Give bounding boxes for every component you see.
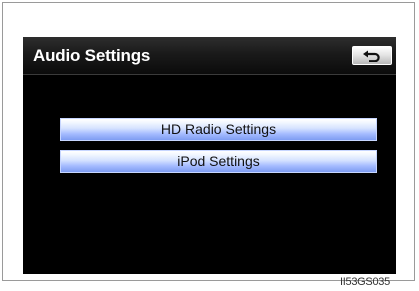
back-button[interactable] [352,46,392,65]
ipod-settings-button[interactable]: iPod Settings [60,150,377,173]
header-divider [23,74,396,75]
screen-header: Audio Settings [23,37,396,74]
figure-code: II53GS035 [340,276,390,288]
display-screen: Audio Settings HD Radio Settings iPod Se… [23,37,396,274]
back-arrow-icon [363,50,380,62]
hd-radio-settings-button[interactable]: HD Radio Settings [60,118,377,141]
screen-title: Audio Settings [33,46,151,65]
